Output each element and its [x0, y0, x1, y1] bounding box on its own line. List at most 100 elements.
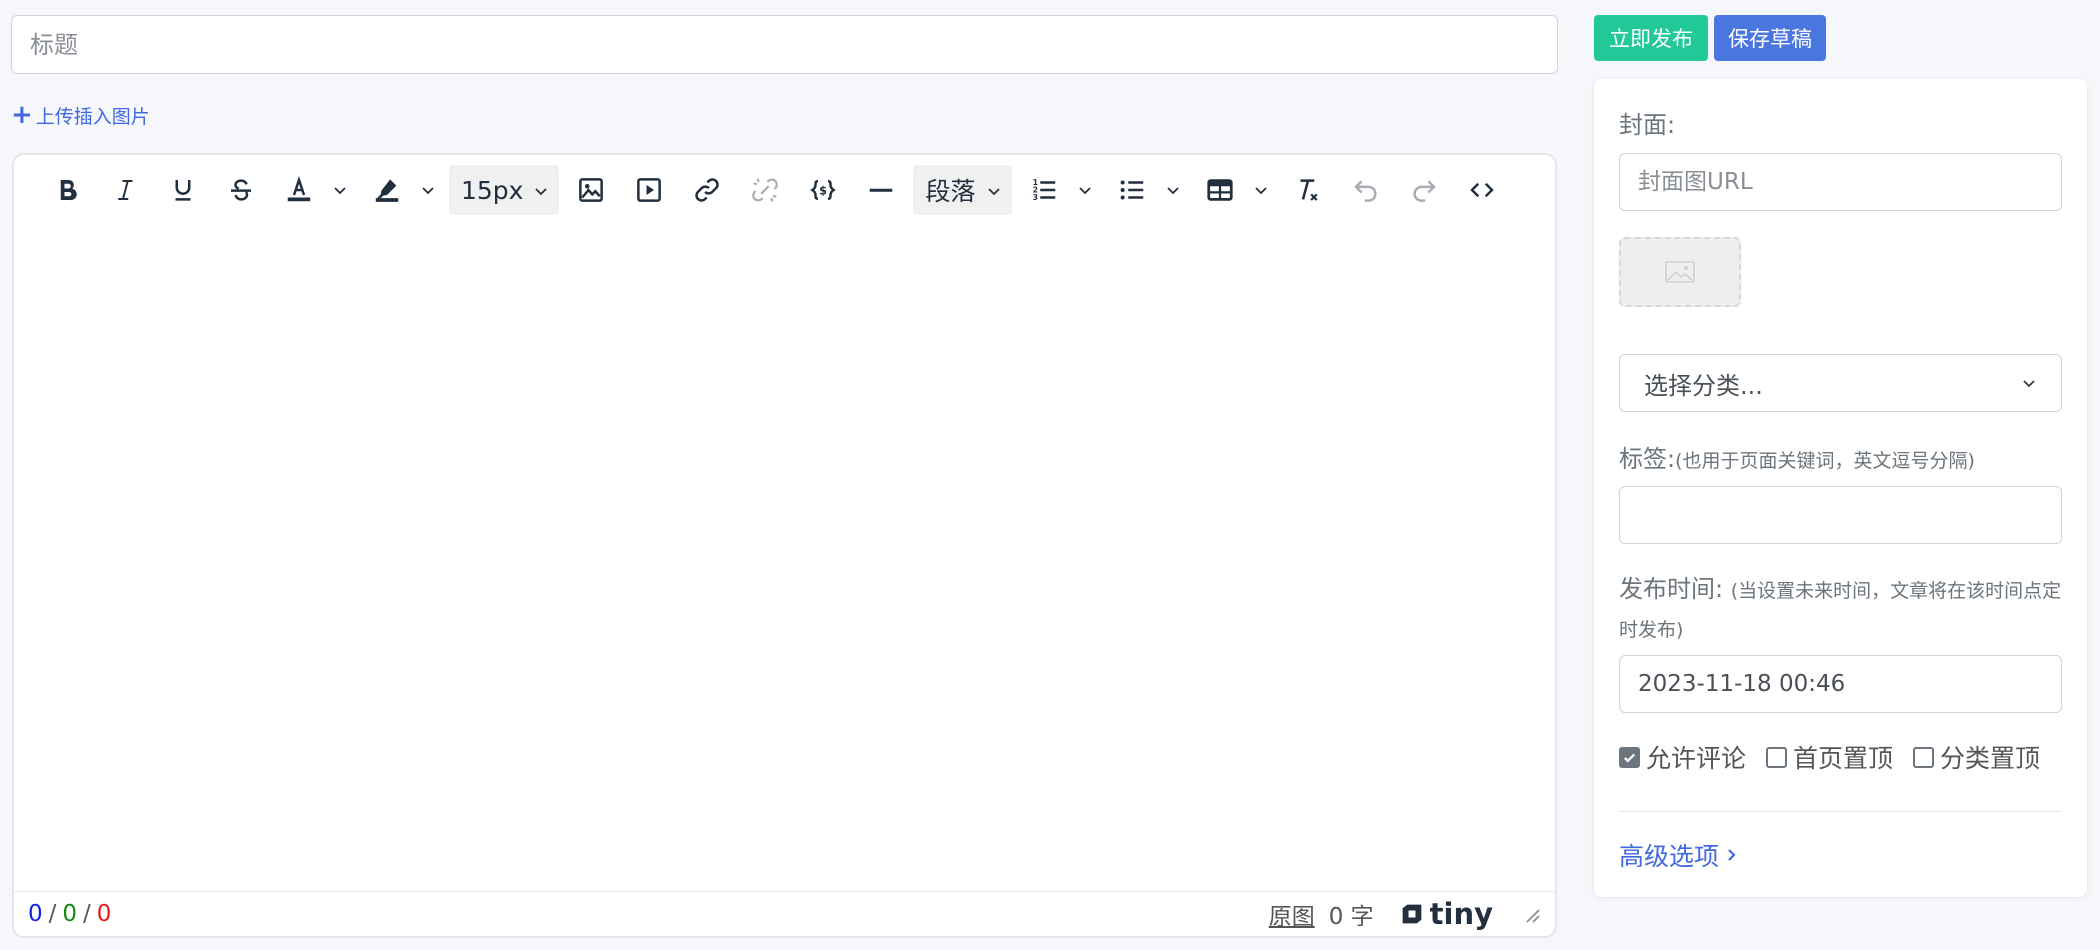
advanced-options-link[interactable]: 高级选项 — [1619, 837, 1739, 873]
bold-button[interactable] — [41, 165, 93, 215]
code-sample-button[interactable]: $ — [797, 165, 849, 215]
font-size-value: 15px — [461, 175, 524, 205]
settings-panel: 封面: 选择分类... 标签:(也用于页面关键词，英文逗号分隔) 发布时间: (… — [1594, 79, 2087, 897]
chevron-down-icon[interactable] — [1070, 165, 1100, 215]
statusbar-right: 原图 0 字 tiny — [1269, 897, 1541, 931]
count-blue: 0 — [28, 901, 43, 927]
svg-text:$: $ — [820, 184, 828, 197]
editor-content-area[interactable] — [14, 225, 1555, 895]
remove-format-button[interactable] — [1282, 165, 1334, 215]
article-editor-page: + 上传插入图片 — [0, 0, 2100, 950]
underline-icon — [175, 180, 191, 201]
link-icon — [695, 178, 720, 202]
italic-button[interactable] — [99, 165, 151, 215]
bullet-list-split-button[interactable] — [1106, 165, 1188, 215]
title-input[interactable] — [11, 15, 1558, 74]
highlight-button[interactable] — [361, 165, 413, 215]
font-size-select[interactable]: 15px — [449, 165, 560, 215]
source-code-icon — [1469, 182, 1494, 198]
category-top-label: 分类置顶 — [1940, 744, 2041, 773]
tags-label: 标签: — [1619, 445, 1676, 473]
italic-icon — [118, 180, 133, 200]
raw-image-link[interactable]: 原图 — [1269, 897, 1315, 931]
tiny-logo-icon — [1402, 904, 1421, 924]
resize-handle-icon[interactable] — [1521, 904, 1541, 924]
table-icon — [1206, 179, 1233, 201]
checkbox-checked-icon — [1619, 746, 1640, 768]
text-color-icon — [287, 176, 311, 202]
chevron-down-icon — [2021, 369, 2037, 397]
word-count[interactable]: 0 字 — [1329, 897, 1374, 931]
bullet-list-button[interactable] — [1106, 165, 1158, 215]
block-format-select[interactable]: 段落 — [913, 165, 1012, 215]
highlight-icon — [375, 179, 399, 202]
editor-toolbar: 15px $ 段落 1 2 3 — [14, 155, 1555, 225]
underline-button[interactable] — [157, 165, 209, 215]
numbered-list-split-button[interactable]: 123 — [1018, 165, 1100, 215]
numbered-list-button[interactable]: 123 — [1018, 165, 1070, 215]
publish-time-label-row: 发布时间: (当设置未来时间，文章将在该时间点定时发布) — [1619, 571, 2062, 649]
block-format-value: 段落 — [925, 177, 976, 206]
tags-label-row: 标签:(也用于页面关键词，英文逗号分隔) — [1619, 439, 1975, 474]
unlink-icon — [752, 178, 779, 202]
image-icon — [579, 178, 604, 202]
bold-icon — [60, 180, 77, 201]
allow-comment-checkbox[interactable]: 允许评论 — [1619, 739, 1746, 775]
cover-url-input[interactable] — [1619, 153, 2062, 211]
undo-button[interactable] — [1340, 165, 1392, 215]
chevron-down-icon[interactable] — [413, 165, 443, 215]
table-split-button[interactable] — [1194, 165, 1276, 215]
panel-divider — [1619, 811, 2062, 812]
chevron-down-icon — [533, 176, 549, 205]
unlink-button[interactable] — [739, 165, 791, 215]
source-code-button[interactable] — [1456, 165, 1508, 215]
home-top-label: 首页置顶 — [1793, 744, 1894, 773]
tags-input[interactable] — [1619, 486, 2062, 544]
tags-hint: (也用于页面关键词，英文逗号分隔) — [1675, 450, 1975, 472]
tiny-brand-link[interactable]: tiny — [1398, 897, 1493, 931]
chevron-right-icon — [1728, 849, 1736, 861]
insert-media-button[interactable] — [623, 165, 675, 215]
media-icon — [637, 178, 662, 202]
insert-link-button[interactable] — [681, 165, 733, 215]
table-button[interactable] — [1194, 165, 1246, 215]
category-top-checkbox[interactable]: 分类置顶 — [1913, 739, 2040, 775]
remove-format-icon — [1300, 179, 1318, 201]
redo-icon — [1412, 180, 1436, 202]
text-color-button[interactable] — [273, 165, 325, 215]
strikethrough-icon — [231, 179, 251, 201]
advanced-options-label: 高级选项 — [1619, 842, 1720, 871]
save-draft-button[interactable]: 保存草稿 — [1714, 15, 1826, 61]
count-separator: / — [48, 901, 57, 927]
chevron-down-icon[interactable] — [1246, 165, 1276, 215]
publish-now-button[interactable]: 立即发布 — [1594, 15, 1708, 61]
highlight-split-button[interactable] — [361, 165, 443, 215]
numbered-list-icon: 123 — [1032, 178, 1055, 202]
count-red: 0 — [96, 901, 112, 927]
insert-image-button[interactable] — [565, 165, 617, 215]
upload-image-link[interactable]: + 上传插入图片 — [11, 100, 150, 130]
upload-image-label: 上传插入图片 — [35, 105, 150, 128]
editor-statusbar: 0 / 0 / 0 原图 0 字 tiny — [14, 891, 1555, 936]
publish-time-input[interactable] — [1619, 655, 2062, 713]
checkbox-unchecked-icon — [1766, 746, 1788, 768]
image-placeholder-icon — [1665, 261, 1695, 283]
tiny-brand-text: tiny — [1429, 897, 1493, 931]
publish-time-label: 发布时间: — [1619, 575, 1724, 603]
strikethrough-button[interactable] — [215, 165, 267, 215]
svg-text:3: 3 — [1032, 193, 1037, 202]
content-counts: 0 / 0 / 0 — [28, 901, 111, 927]
bullet-list-icon — [1120, 180, 1143, 200]
cover-preview[interactable] — [1619, 237, 1741, 307]
redo-button[interactable] — [1398, 165, 1450, 215]
chevron-down-icon — [986, 176, 1002, 205]
chevron-down-icon[interactable] — [325, 165, 355, 215]
text-color-split-button[interactable] — [273, 165, 355, 215]
checkbox-unchecked-icon — [1913, 746, 1935, 768]
category-select[interactable]: 选择分类... — [1619, 354, 2062, 412]
chevron-down-icon[interactable] — [1158, 165, 1188, 215]
home-top-checkbox[interactable]: 首页置顶 — [1766, 739, 1893, 775]
horizontal-rule-button[interactable] — [855, 165, 907, 215]
code-sample-icon: $ — [810, 180, 837, 200]
category-select-value: 选择分类... — [1644, 371, 1763, 400]
